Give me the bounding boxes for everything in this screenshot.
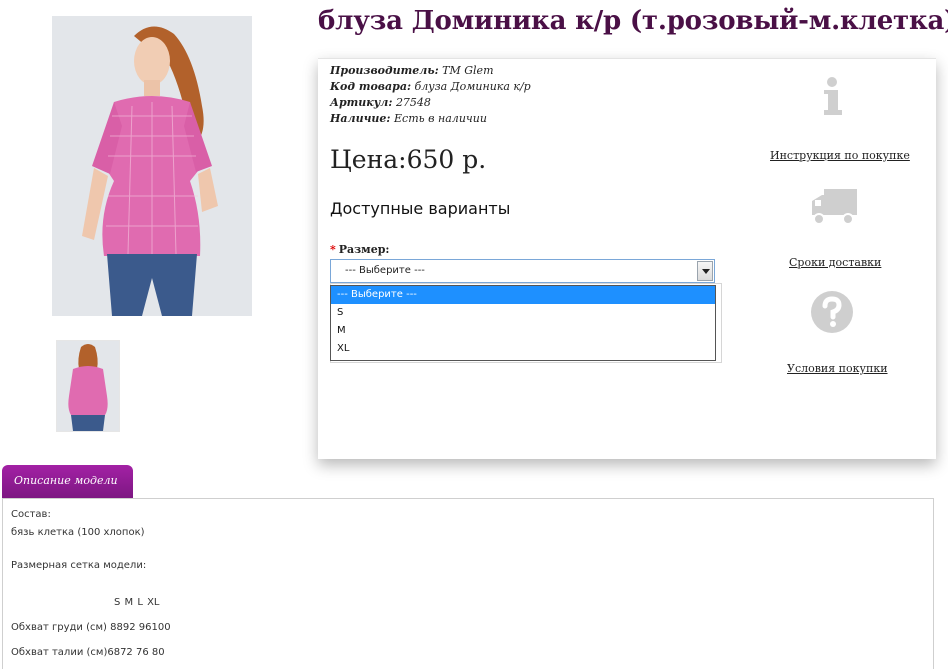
meta-value: Есть в наличии (394, 112, 487, 125)
size-option[interactable]: XL (331, 340, 715, 358)
size-select-value: --- Выберите --- (345, 265, 425, 276)
meta-availability: Наличие: Есть в наличии (330, 111, 531, 127)
link-purchase-terms[interactable]: Условия покупки (787, 362, 888, 375)
tab-label: Описание модели (14, 474, 118, 487)
chevron-down-icon[interactable] (697, 261, 713, 281)
thumbnail-illustration (57, 341, 119, 431)
meta-key: Артикул: (330, 96, 393, 109)
size-label: * Размер: (330, 243, 390, 256)
product-main-image[interactable] (52, 16, 252, 316)
product-price: Цена:650 р. (330, 145, 487, 174)
size-option[interactable]: --- Выберите --- (331, 286, 715, 304)
product-meta: Производитель: TM Glem Код товара: блуза… (330, 63, 531, 127)
product-photo-illustration (52, 16, 252, 316)
meta-key: Код товара: (330, 80, 412, 93)
size-option[interactable]: S (331, 304, 715, 322)
size-grid-row: Обхват талии (см)6872 76 80 (11, 647, 165, 658)
size-grid-row: Обхват груди (см) 8892 96100 (11, 622, 171, 633)
product-thumbnail[interactable] (56, 340, 120, 432)
required-mark: * (330, 243, 336, 256)
size-option[interactable]: M (331, 322, 715, 340)
link-purchase-instructions[interactable]: Инструкция по покупке (770, 149, 910, 162)
product-title: блуза Доминика к/р (т.розовый-м.клетка) (318, 6, 948, 36)
description-panel (2, 498, 934, 669)
meta-article: Артикул: 27548 (330, 95, 531, 111)
size-label-text: Размер: (338, 243, 390, 256)
question-icon[interactable] (810, 290, 854, 338)
meta-key: Производитель: (330, 64, 439, 77)
link-delivery-terms[interactable]: Сроки доставки (789, 256, 881, 269)
meta-key: Наличие: (330, 112, 391, 125)
meta-product-code: Код товара: блуза Доминика к/р (330, 79, 531, 95)
size-dropdown-list: --- Выберите --- S M XL (330, 285, 716, 361)
truck-icon[interactable] (810, 187, 858, 231)
meta-manufacturer: Производитель: TM Glem (330, 63, 531, 79)
variants-heading: Доступные варианты (330, 199, 511, 218)
composition-value: бязь клетка (100 хлопок) (11, 527, 145, 538)
meta-value: 27548 (395, 96, 431, 109)
size-select[interactable]: --- Выберите --- (330, 259, 715, 283)
info-icon[interactable] (820, 76, 844, 122)
meta-value: TM Glem (442, 64, 494, 77)
meta-value: блуза Доминика к/р (414, 80, 531, 93)
size-grid-header: S M L XL (114, 597, 160, 608)
size-grid-label: Размерная сетка модели: (11, 560, 147, 571)
composition-label: Состав: (11, 509, 51, 520)
tab-model-description[interactable]: Описание модели (2, 465, 133, 498)
